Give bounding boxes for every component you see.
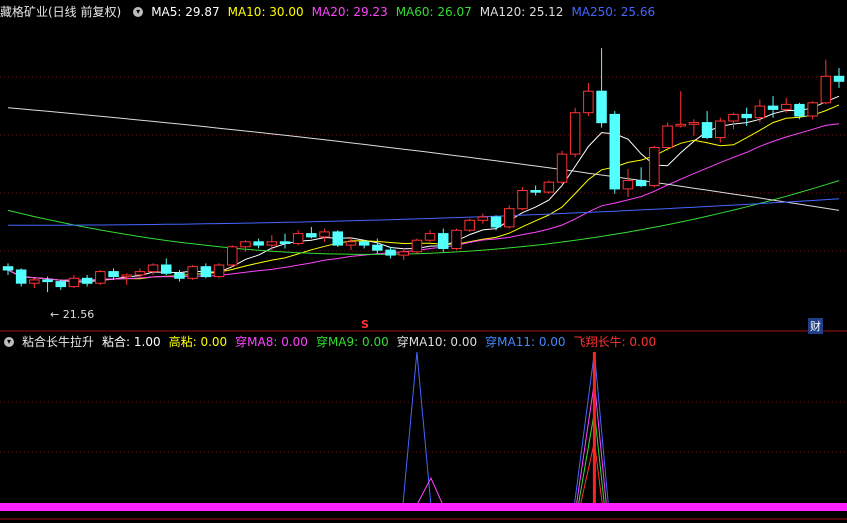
- candle-body[interactable]: [174, 272, 185, 279]
- indicator-legend-item-0: 粘合: 1.00: [102, 335, 161, 349]
- candle-body[interactable]: [319, 231, 330, 238]
- indicator-legend-item-3: 穿MA9: 0.00: [315, 335, 389, 349]
- candle-body[interactable]: [424, 233, 436, 241]
- candle-body[interactable]: [794, 103, 805, 117]
- candle-body[interactable]: [556, 153, 568, 183]
- candle-body[interactable]: [649, 147, 660, 187]
- candle-body[interactable]: [68, 277, 80, 288]
- bottom-legend: ▾ 粘合长牛拉升 粘合: 1.00 高粘: 0.00 穿MA8: 0.00 穿MA9: 0…: [0, 333, 672, 351]
- candle-body[interactable]: [662, 125, 673, 148]
- indicator-settings-icon[interactable]: ▾: [4, 336, 14, 347]
- candle-body[interactable]: [438, 233, 449, 250]
- candle-body[interactable]: [490, 216, 502, 228]
- candle-body[interactable]: [187, 266, 198, 279]
- candle-body[interactable]: [147, 264, 159, 273]
- blue-spike: [402, 351, 432, 506]
- indicator-legend-item-4: 穿MA10: 0.00: [396, 335, 478, 349]
- candle-body[interactable]: [279, 241, 291, 245]
- low-price-label: ← 21.56: [50, 308, 95, 321]
- stock-chart-canvas[interactable]: [0, 0, 847, 523]
- ma5-line: [7, 95, 840, 283]
- candle-body[interactable]: [767, 105, 779, 110]
- stock-title[interactable]: 藏格矿业(日线 前复权): [0, 5, 121, 19]
- candle-body[interactable]: [95, 271, 106, 284]
- candle-body[interactable]: [609, 113, 620, 190]
- finance-marker[interactable]: 财: [808, 318, 823, 334]
- candle-body[interactable]: [345, 241, 357, 246]
- candle-body[interactable]: [530, 190, 541, 193]
- candle-body[interactable]: [385, 249, 396, 256]
- candle-body[interactable]: [213, 264, 225, 278]
- candle-body[interactable]: [543, 181, 555, 193]
- candle-body[interactable]: [517, 190, 528, 210]
- ma-legend-item-2: MA20: 29.23: [311, 5, 388, 19]
- candle-body[interactable]: [292, 233, 304, 245]
- ma-legend-item-1: MA10: 30.00: [227, 5, 304, 19]
- s-marker: S: [361, 318, 369, 331]
- candle-body[interactable]: [728, 113, 739, 122]
- candle-body[interactable]: [781, 103, 792, 110]
- top-legend: 藏格矿业(日线 前复权) ▾ MA5: 29.87 MA10: 30.00 MA20: …: [0, 3, 671, 21]
- candle-body[interactable]: [55, 281, 66, 288]
- indicator-legend-item-1: 高粘: 0.00: [168, 335, 228, 349]
- candle-body[interactable]: [29, 279, 40, 284]
- indicator-legend-item-2: 穿MA8: 0.00: [235, 335, 308, 349]
- ma20-line: [7, 123, 840, 281]
- ma-legend-item-4: MA120: 25.12: [479, 5, 564, 19]
- candle-body[interactable]: [358, 241, 370, 246]
- candle-body[interactable]: [622, 180, 634, 190]
- candle-body[interactable]: [266, 241, 278, 246]
- candle-body[interactable]: [134, 271, 146, 276]
- ma120-line: [7, 107, 840, 211]
- candle-body[interactable]: [200, 266, 212, 278]
- candle-body[interactable]: [807, 102, 818, 117]
- candle-body[interactable]: [332, 231, 343, 246]
- settings-circle-icon[interactable]: ▾: [133, 6, 144, 17]
- candle-body[interactable]: [754, 105, 766, 119]
- candle-body[interactable]: [372, 244, 383, 251]
- ma-legend-item-0: MA5: 29.87: [151, 5, 220, 19]
- candle-body[interactable]: [15, 269, 27, 284]
- candle-body[interactable]: [688, 122, 700, 125]
- candle-body[interactable]: [477, 216, 489, 221]
- candle-body[interactable]: [2, 266, 14, 271]
- candle-body[interactable]: [81, 277, 93, 284]
- candle-body[interactable]: [583, 90, 594, 114]
- candle-body[interactable]: [701, 122, 713, 138]
- candle-body[interactable]: [569, 112, 581, 155]
- indicator-legend-item-5: 穿MA11: 0.00: [485, 335, 566, 349]
- candle-body[interactable]: [253, 241, 264, 246]
- ma-legend-item-3: MA60: 26.07: [395, 5, 472, 19]
- indicator-title[interactable]: 粘合长牛拉升: [22, 335, 94, 349]
- cluster-spike-1: [575, 381, 607, 506]
- candle-body[interactable]: [635, 180, 647, 187]
- candle-body[interactable]: [411, 239, 423, 253]
- candle-body[interactable]: [161, 264, 172, 274]
- candle-body[interactable]: [240, 241, 251, 248]
- candle-body[interactable]: [306, 233, 317, 238]
- candle-body[interactable]: [121, 274, 132, 278]
- ma250-line: [8, 198, 840, 226]
- candle-body[interactable]: [464, 219, 475, 231]
- candle-body[interactable]: [741, 113, 752, 119]
- candle-body[interactable]: [451, 229, 462, 250]
- candle-body[interactable]: [820, 75, 832, 104]
- candle-body[interactable]: [227, 246, 238, 266]
- candle-body[interactable]: [596, 90, 607, 124]
- candle-body[interactable]: [715, 120, 726, 139]
- candle-body[interactable]: [833, 75, 845, 82]
- candle-body[interactable]: [42, 279, 53, 283]
- candle-body[interactable]: [504, 208, 515, 228]
- candle-body[interactable]: [108, 271, 119, 278]
- indicator-legend-item-6: 飞翔长牛: 0.00: [573, 335, 657, 349]
- bottom-baseline-bar: [0, 503, 847, 511]
- ma-legend-item-5: MA250: 25.66: [571, 5, 656, 19]
- candle-body[interactable]: [398, 251, 409, 256]
- candle-body[interactable]: [675, 123, 686, 127]
